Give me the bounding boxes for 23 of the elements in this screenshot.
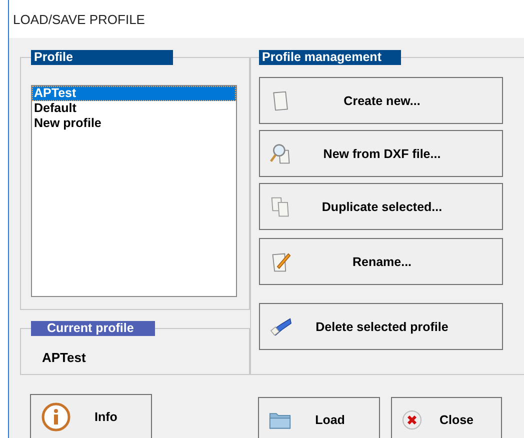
window-title: LOAD/SAVE PROFILE	[13, 12, 145, 27]
list-item[interactable]: Default	[32, 101, 236, 116]
action-button[interactable]: Rename...	[259, 238, 503, 285]
pencil-page-icon	[270, 250, 292, 272]
close-icon	[402, 410, 422, 430]
eraser-icon	[270, 316, 292, 338]
current-profile-name: APTest	[42, 350, 87, 365]
action-button[interactable]: New from DXF file...	[259, 130, 503, 177]
action-button[interactable]: Duplicate selected...	[259, 183, 503, 230]
action-button[interactable]: Create new...	[259, 77, 503, 124]
profile-list[interactable]: APTest Default New profile	[31, 85, 237, 297]
list-item[interactable]: APTest	[32, 86, 236, 101]
pages-icon	[270, 196, 292, 218]
action-button[interactable]: Delete selected profile	[259, 303, 503, 350]
list-item[interactable]: New profile	[32, 116, 236, 131]
close-button[interactable]: Close	[391, 397, 502, 438]
info-icon	[41, 402, 71, 432]
group-title: Profile management	[259, 50, 401, 65]
magnifier-icon	[270, 142, 292, 164]
load-button[interactable]: Load	[258, 397, 380, 438]
group-title: Profile	[31, 50, 173, 65]
group-title: Current profile	[31, 321, 155, 336]
info-button[interactable]: Info	[30, 394, 152, 438]
